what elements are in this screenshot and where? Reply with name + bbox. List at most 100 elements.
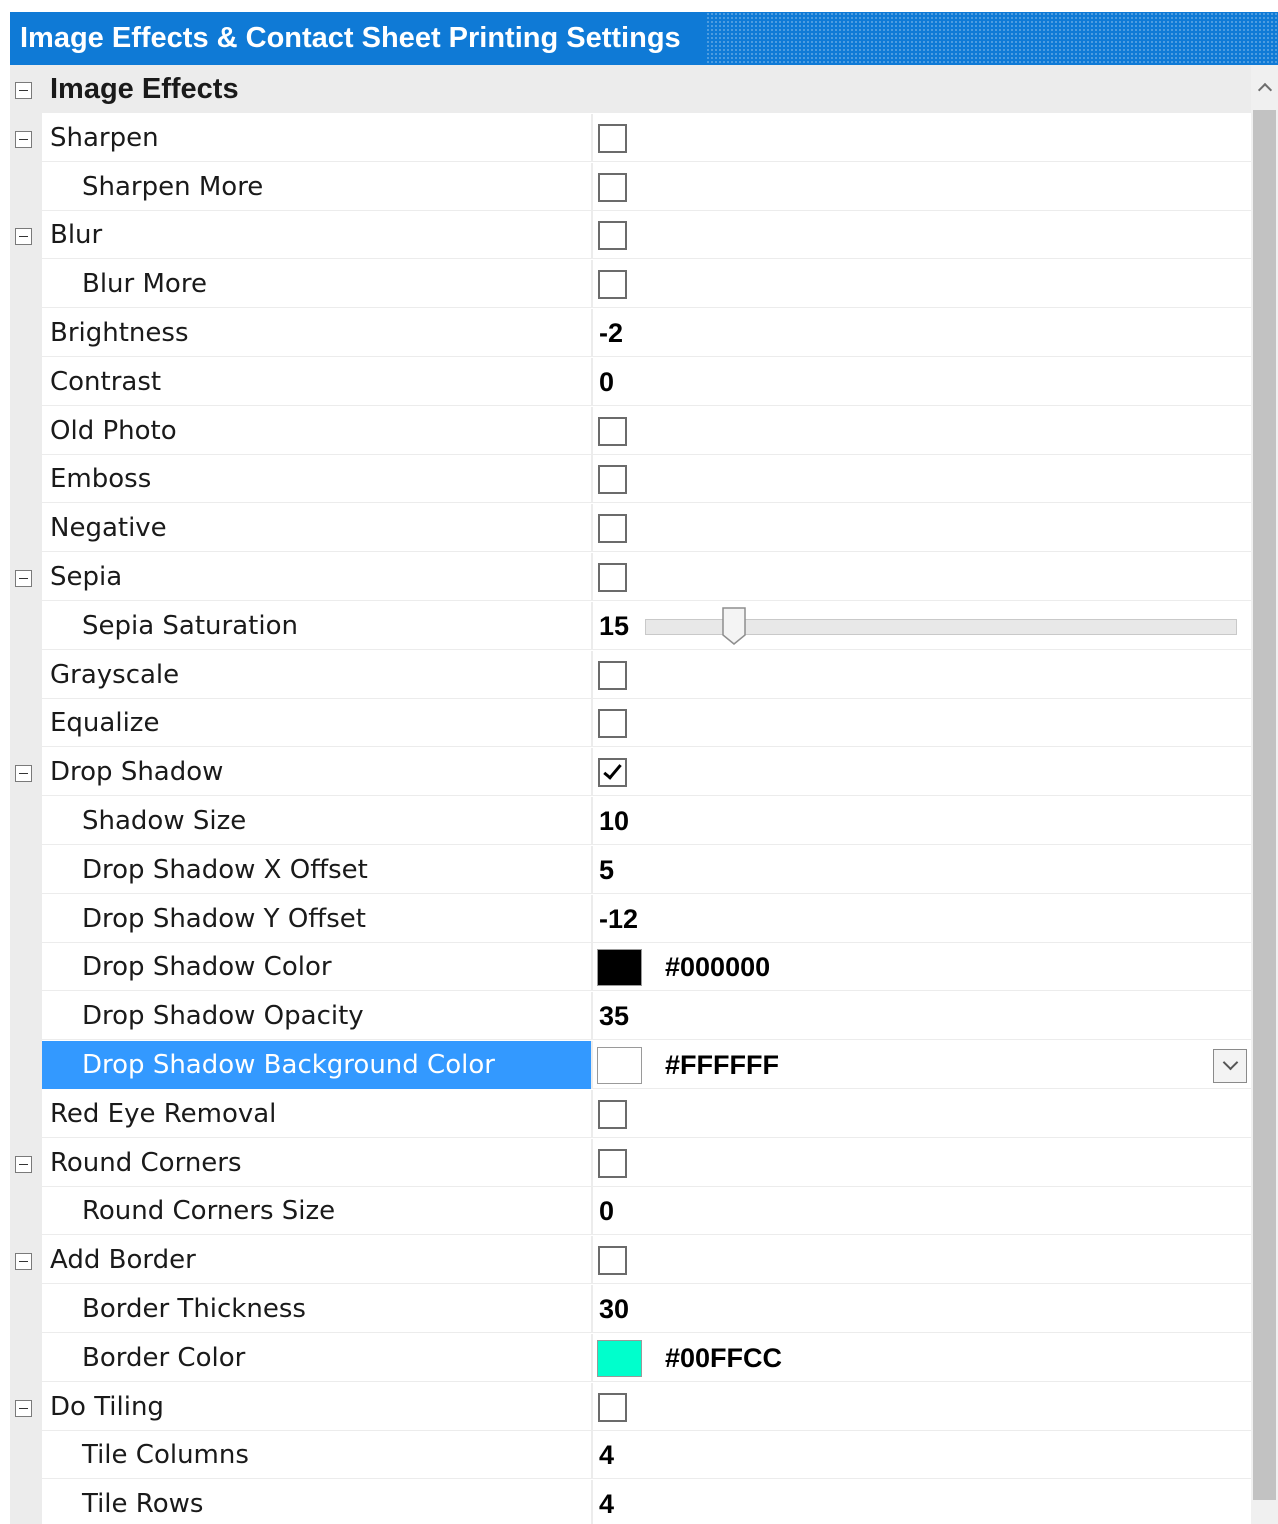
scrollbar-thumb[interactable] (1253, 110, 1276, 1500)
property-row-equalize[interactable]: Equalize (10, 699, 1251, 748)
collapse-minus-icon[interactable] (15, 1400, 32, 1417)
property-row-blur-more[interactable]: Blur More (10, 260, 1251, 309)
property-row-sharpen-more[interactable]: Sharpen More (10, 163, 1251, 212)
tile-rows-value[interactable]: 4 (599, 1480, 614, 1524)
property-value-cell[interactable] (591, 407, 1251, 455)
property-row-blur[interactable]: Blur (10, 211, 1251, 260)
drop-shadow-x-offset-value[interactable]: 5 (599, 846, 614, 894)
property-value-cell[interactable] (591, 553, 1251, 601)
property-value-cell[interactable]: -2 (591, 309, 1251, 357)
property-value-cell[interactable]: 30 (591, 1285, 1251, 1333)
property-row-drop-shadow-x-offset[interactable]: Drop Shadow X Offset 5 (10, 846, 1251, 895)
property-row-add-border[interactable]: Add Border (10, 1236, 1251, 1285)
property-row-grayscale[interactable]: Grayscale (10, 651, 1251, 700)
property-row-do-tiling[interactable]: Do Tiling (10, 1383, 1251, 1432)
property-value-cell[interactable] (591, 211, 1251, 259)
property-value-cell[interactable]: #000000 (591, 943, 1251, 991)
property-row-contrast[interactable]: Contrast 0 (10, 358, 1251, 407)
property-value-cell[interactable] (591, 163, 1251, 211)
property-value-cell[interactable] (591, 699, 1251, 747)
property-value-cell[interactable] (591, 1236, 1251, 1284)
property-row-drop-shadow-opacity[interactable]: Drop Shadow Opacity 35 (10, 992, 1251, 1041)
chevron-down-icon[interactable] (1213, 1049, 1247, 1083)
sharpen-more-checkbox[interactable] (598, 173, 627, 202)
chevron-up-icon[interactable] (1251, 65, 1278, 105)
property-value-cell[interactable]: 0 (591, 1187, 1251, 1235)
vertical-scrollbar[interactable] (1251, 65, 1278, 1524)
round-corners-checkbox[interactable] (598, 1149, 627, 1178)
blur-more-checkbox[interactable] (598, 270, 627, 299)
slider-thumb[interactable] (722, 607, 746, 645)
negative-checkbox[interactable] (598, 514, 627, 543)
border-color-value[interactable]: #00FFCC (665, 1334, 782, 1382)
property-value-cell[interactable]: 35 (591, 992, 1251, 1040)
property-value-cell[interactable]: 15 (591, 602, 1251, 650)
property-value-cell[interactable]: #FFFFFF (591, 1041, 1251, 1089)
property-row-emboss[interactable]: Emboss (10, 455, 1251, 504)
property-value-cell[interactable] (591, 455, 1251, 503)
drop-shadow-color-value[interactable]: #000000 (665, 943, 770, 991)
property-value-cell[interactable] (591, 748, 1251, 796)
property-value-cell[interactable] (591, 114, 1251, 162)
old-photo-checkbox[interactable] (598, 417, 627, 446)
emboss-checkbox[interactable] (598, 465, 627, 494)
drop-shadow-checkbox[interactable] (598, 758, 627, 787)
do-tiling-checkbox[interactable] (598, 1393, 627, 1422)
property-value-cell[interactable] (591, 651, 1251, 699)
property-row-drop-shadow[interactable]: Drop Shadow (10, 748, 1251, 797)
shadow-size-value[interactable]: 10 (599, 797, 629, 845)
equalize-checkbox[interactable] (598, 709, 627, 738)
sepia-checkbox[interactable] (598, 563, 627, 592)
collapse-minus-icon[interactable] (15, 82, 32, 99)
property-value-cell[interactable]: 4 (591, 1480, 1251, 1524)
property-value-cell[interactable] (591, 1383, 1251, 1431)
category-image-effects[interactable]: Image Effects (10, 65, 1251, 114)
property-row-red-eye-removal[interactable]: Red Eye Removal (10, 1090, 1251, 1139)
property-row-sepia-saturation[interactable]: Sepia Saturation 15 (10, 602, 1251, 651)
collapse-minus-icon[interactable] (15, 1156, 32, 1173)
property-value-cell[interactable] (591, 504, 1251, 552)
property-row-border-thickness[interactable]: Border Thickness 30 (10, 1285, 1251, 1334)
grayscale-checkbox[interactable] (598, 661, 627, 690)
drop-shadow-opacity-value[interactable]: 35 (599, 992, 629, 1040)
blur-checkbox[interactable] (598, 221, 627, 250)
property-row-old-photo[interactable]: Old Photo (10, 407, 1251, 456)
collapse-minus-icon[interactable] (15, 570, 32, 587)
property-row-sepia[interactable]: Sepia (10, 553, 1251, 602)
property-value-cell[interactable]: 0 (591, 358, 1251, 406)
sepia-saturation-value[interactable]: 15 (599, 602, 629, 650)
collapse-minus-icon[interactable] (15, 131, 32, 148)
property-value-cell[interactable]: 4 (591, 1431, 1251, 1479)
contrast-value[interactable]: 0 (599, 358, 614, 406)
property-row-tile-rows[interactable]: Tile Rows 4 (10, 1480, 1251, 1524)
property-value-cell[interactable]: #00FFCC (591, 1334, 1251, 1382)
property-row-border-color[interactable]: Border Color #00FFCC (10, 1334, 1251, 1383)
property-value-cell[interactable] (591, 1139, 1251, 1187)
tile-columns-value[interactable]: 4 (599, 1431, 614, 1479)
round-corners-size-value[interactable]: 0 (599, 1187, 614, 1235)
property-row-drop-shadow-color[interactable]: Drop Shadow Color #000000 (10, 943, 1251, 992)
property-value-cell[interactable]: -12 (591, 895, 1251, 943)
property-row-round-corners[interactable]: Round Corners (10, 1139, 1251, 1188)
color-swatch[interactable] (597, 949, 642, 986)
property-row-negative[interactable]: Negative (10, 504, 1251, 553)
brightness-value[interactable]: -2 (599, 309, 623, 357)
collapse-minus-icon[interactable] (15, 765, 32, 782)
border-thickness-value[interactable]: 30 (599, 1285, 629, 1333)
property-row-drop-shadow-background-color[interactable]: Drop Shadow Background Color #FFFFFF (10, 1041, 1251, 1090)
property-value-cell[interactable]: 5 (591, 846, 1251, 894)
property-row-round-corners-size[interactable]: Round Corners Size 0 (10, 1187, 1251, 1236)
property-row-tile-columns[interactable]: Tile Columns 4 (10, 1431, 1251, 1480)
collapse-minus-icon[interactable] (15, 1253, 32, 1270)
color-swatch[interactable] (597, 1047, 642, 1084)
property-row-drop-shadow-y-offset[interactable]: Drop Shadow Y Offset -12 (10, 895, 1251, 944)
collapse-minus-icon[interactable] (15, 228, 32, 245)
color-swatch[interactable] (597, 1340, 642, 1377)
property-value-cell[interactable] (591, 1090, 1251, 1138)
drop-shadow-y-offset-value[interactable]: -12 (599, 895, 638, 943)
sharpen-checkbox[interactable] (598, 124, 627, 153)
property-row-brightness[interactable]: Brightness -2 (10, 309, 1251, 358)
property-row-shadow-size[interactable]: Shadow Size 10 (10, 797, 1251, 846)
drop-shadow-background-color-value[interactable]: #FFFFFF (665, 1041, 779, 1089)
property-row-sharpen[interactable]: Sharpen (10, 114, 1251, 163)
